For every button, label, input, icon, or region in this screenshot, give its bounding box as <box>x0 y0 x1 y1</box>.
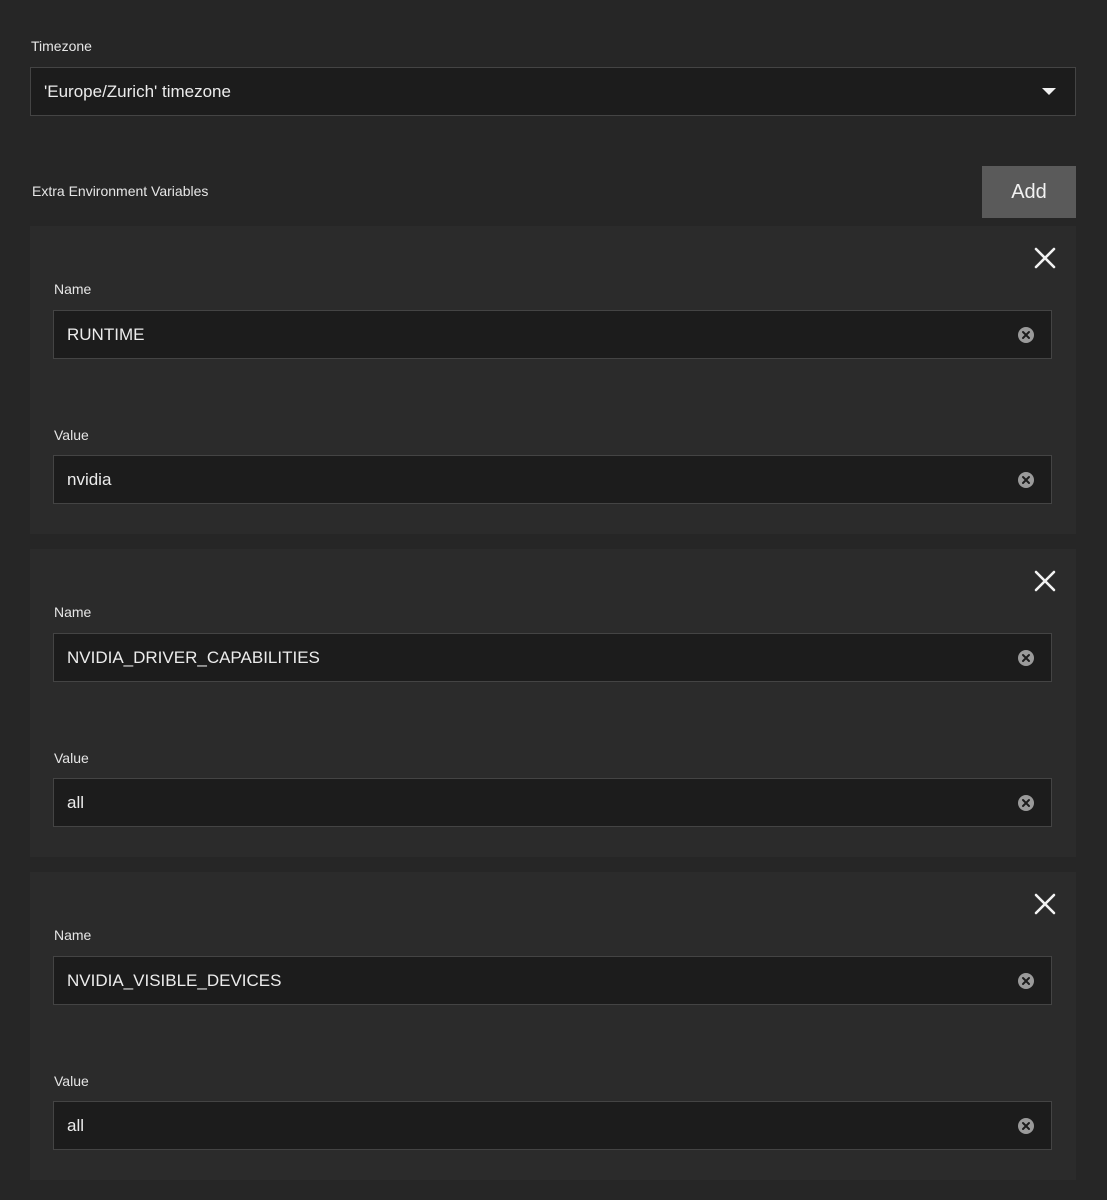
clear-circle-icon[interactable] <box>1017 326 1035 344</box>
clear-circle-icon[interactable] <box>1017 1117 1035 1135</box>
close-icon[interactable] <box>1033 246 1057 270</box>
clear-circle-icon[interactable] <box>1017 794 1035 812</box>
env-value-value: all <box>67 1115 85 1135</box>
clear-circle-icon[interactable] <box>1017 471 1035 489</box>
env-name-value: NVIDIA_DRIVER_CAPABILITIES <box>67 647 320 667</box>
close-icon[interactable] <box>1033 569 1057 593</box>
env-name-label: Name <box>54 604 92 620</box>
clear-circle-icon[interactable] <box>1017 649 1035 667</box>
env-var-card: Name NVIDIA_VISIBLE_DEVICES Value all <box>30 872 1076 1180</box>
env-value-input[interactable]: nvidia <box>53 455 1052 504</box>
env-var-card: Name RUNTIME Value nvidia <box>30 226 1076 534</box>
add-env-var-button[interactable]: Add <box>982 166 1076 218</box>
close-icon[interactable] <box>1033 892 1057 916</box>
env-name-label: Name <box>54 927 92 943</box>
env-var-card: Name NVIDIA_DRIVER_CAPABILITIES Value al… <box>30 549 1076 857</box>
env-value-label: Value <box>54 1073 89 1089</box>
env-name-value: NVIDIA_VISIBLE_DEVICES <box>67 970 282 990</box>
clear-circle-icon[interactable] <box>1017 972 1035 990</box>
env-value-value: nvidia <box>67 469 112 489</box>
env-name-value: RUNTIME <box>67 324 145 344</box>
env-value-label: Value <box>54 427 89 443</box>
env-name-label: Name <box>54 281 92 297</box>
env-value-label: Value <box>54 750 89 766</box>
chevron-down-icon[interactable] <box>1042 88 1056 95</box>
env-value-input[interactable]: all <box>53 778 1052 827</box>
env-name-input[interactable]: NVIDIA_DRIVER_CAPABILITIES <box>53 633 1052 682</box>
timezone-selected-value: 'Europe/Zurich' timezone <box>44 81 231 101</box>
timezone-select[interactable]: 'Europe/Zurich' timezone <box>30 67 1076 116</box>
env-name-input[interactable]: RUNTIME <box>53 310 1052 359</box>
env-value-value: all <box>67 792 85 812</box>
env-vars-label: Extra Environment Variables <box>32 183 209 199</box>
env-value-input[interactable]: all <box>53 1101 1052 1150</box>
env-name-input[interactable]: NVIDIA_VISIBLE_DEVICES <box>53 956 1052 1005</box>
timezone-label: Timezone <box>31 38 92 54</box>
